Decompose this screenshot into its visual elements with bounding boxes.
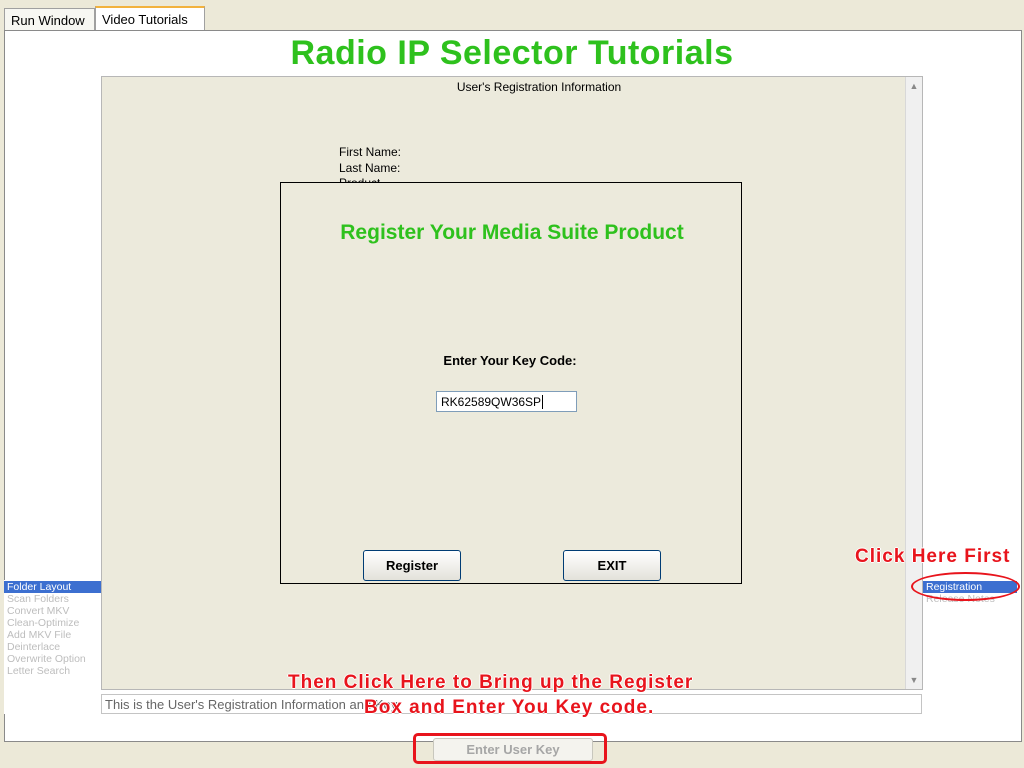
list-item-deinterlace[interactable]: Deinterlace [4,641,101,653]
annotation-then-click-line2: Box and Enter You Key code. [364,697,655,718]
list-item-add-mkv-file[interactable]: Add MKV File [4,629,101,641]
annotation-box-enter-key [413,733,607,764]
key-code-label: Enter Your Key Code: [443,353,577,368]
register-button[interactable]: Register [363,550,461,581]
tab-video-tutorials[interactable]: Video Tutorials [95,6,205,31]
list-item-letter-search[interactable]: Letter Search [4,665,101,677]
page-title: Radio IP Selector Tutorials [290,34,734,72]
annotation-circle [911,572,1020,601]
list-item-scan-folders[interactable]: Scan Folders [4,593,101,605]
exit-button[interactable]: EXIT [563,550,661,581]
scroll-down-icon[interactable]: ▼ [907,673,921,687]
registration-header: User's Registration Information [456,80,622,94]
list-item-folder-layout[interactable]: Folder Layout [4,581,101,593]
key-code-input[interactable]: RK62589QW36SP [436,391,577,412]
list-item-convert-mkv[interactable]: Convert MKV [4,605,101,617]
first-name-label: First Name: [339,145,402,159]
register-dialog: Register Your Media Suite Product Enter … [280,182,742,584]
tutorial-list-left[interactable]: Folder Layout Scan Folders Convert MKV C… [4,580,101,714]
list-item-overwrite-option[interactable]: Overwrite Option [4,653,101,665]
list-item-clean-optimize[interactable]: Clean-Optimize [4,617,101,629]
last-name-label: Last Name: [339,161,401,175]
dialog-title: Register Your Media Suite Product [340,221,684,244]
annotation-then-click-line1: Then Click Here to Bring up the Register [288,672,694,693]
key-code-value: RK62589QW36SP [441,395,542,409]
tab-run-window[interactable]: Run Window [4,8,95,31]
content-vertical-scrollbar[interactable]: ▲ ▼ [905,77,922,689]
annotation-click-first: Click Here First [855,546,1011,567]
